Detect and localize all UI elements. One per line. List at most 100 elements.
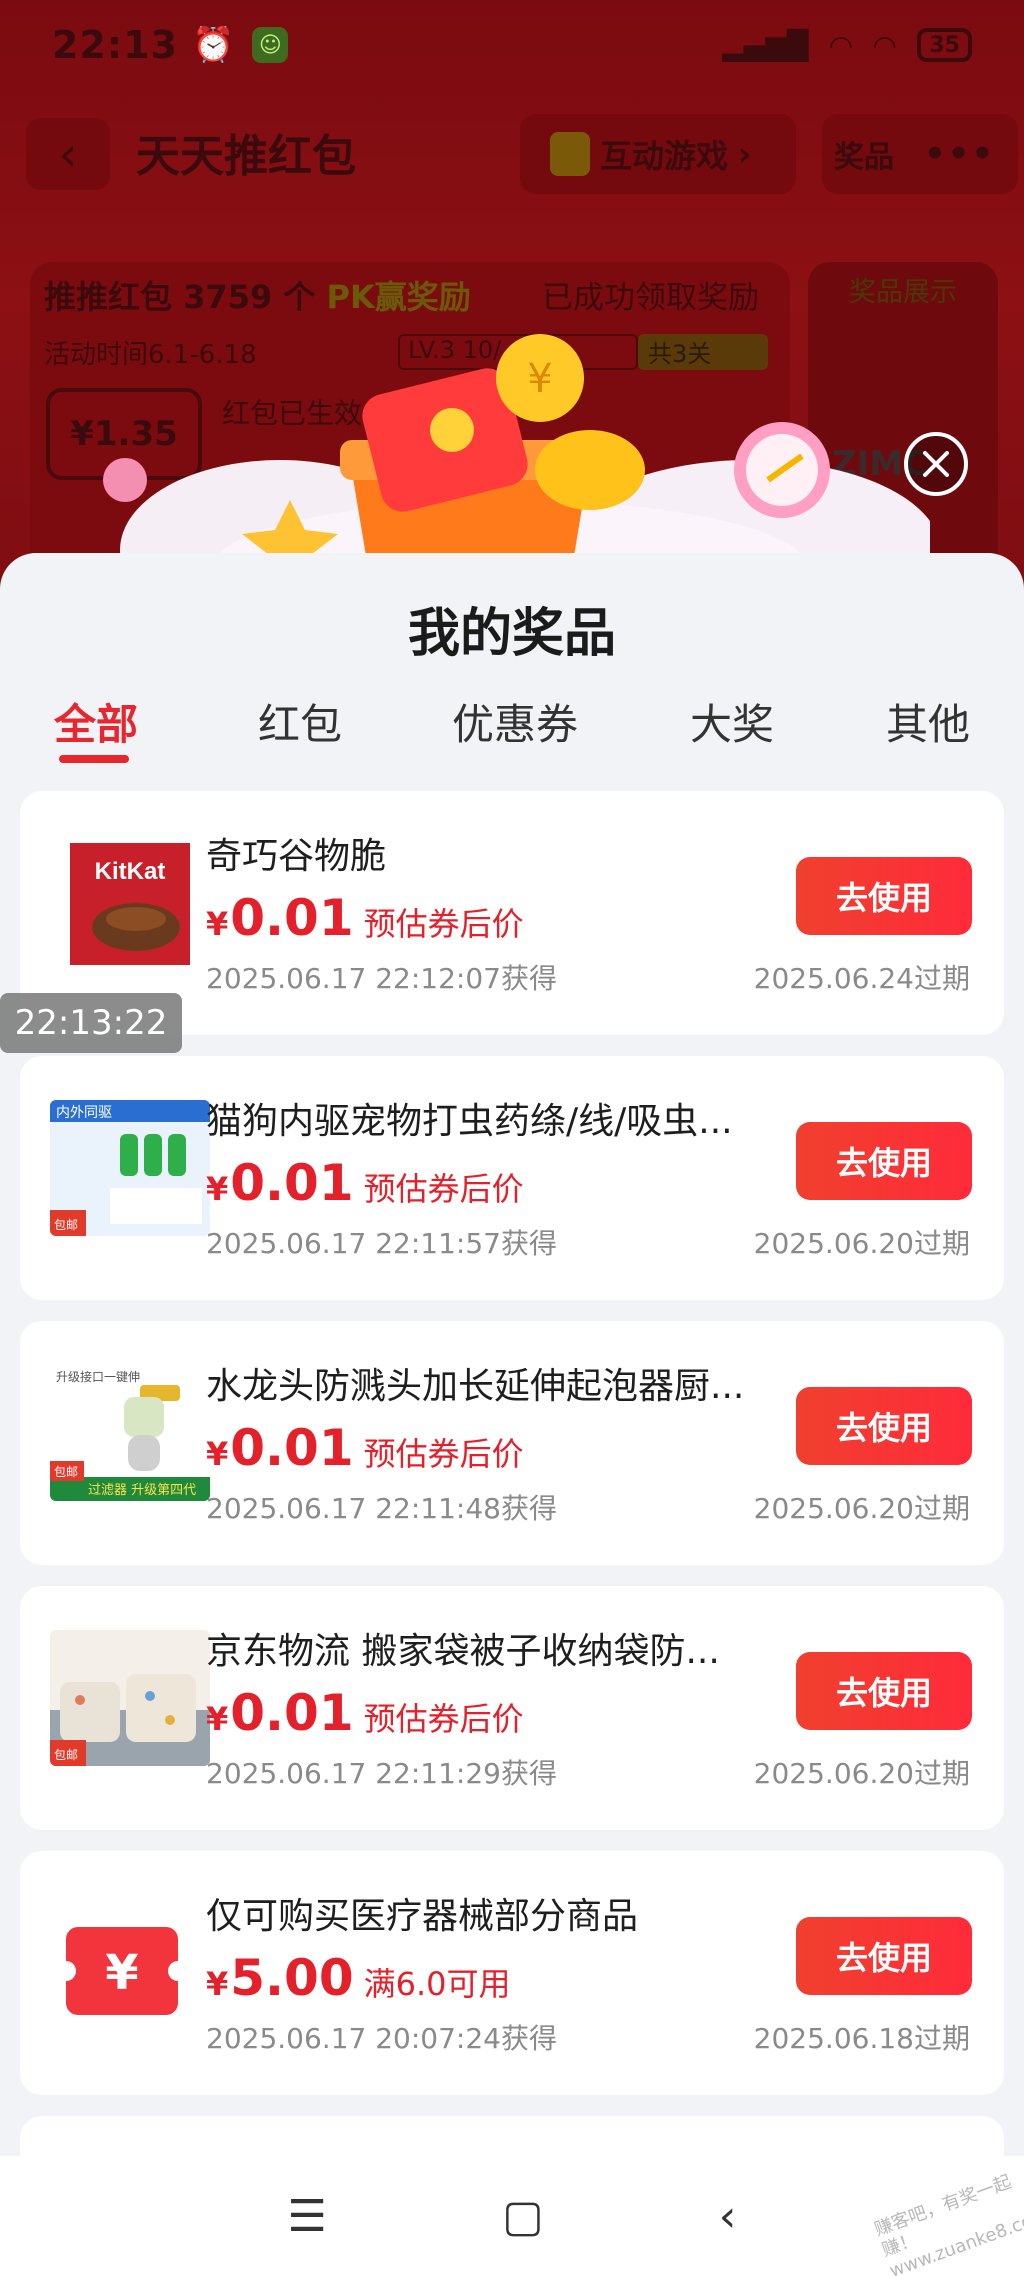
menu-icon[interactable]: ☰ bbox=[288, 2191, 327, 2242]
sheet-title: 我的奖品 bbox=[407, 604, 616, 664]
system-nav-bar: ☰ ▢ ‹ bbox=[0, 2156, 1024, 2276]
battery-icon: 35 bbox=[917, 28, 972, 62]
currency: ¥ bbox=[206, 1435, 229, 1473]
tab-red-packet[interactable]: 红包 bbox=[258, 691, 342, 752]
hb-prefix: 推推红包 bbox=[44, 278, 173, 316]
use-button[interactable]: 去使用 bbox=[796, 1652, 972, 1730]
wifi-icon: ◠ bbox=[830, 28, 852, 62]
tab-other[interactable]: 其他 bbox=[886, 691, 970, 752]
thumb-headline: 内外同驱 bbox=[56, 1105, 112, 1121]
list-item[interactable]: ¥ 仅可购买医疗器械部分商品 ¥ 5.00 满6.0可用 2025.06.17 … bbox=[20, 1851, 1004, 2095]
tab-all[interactable]: 全部 bbox=[54, 691, 138, 752]
price-note: 预估券后价 bbox=[363, 905, 524, 943]
more-icon[interactable]: ••• bbox=[924, 134, 995, 174]
chevron-right-icon: › bbox=[738, 135, 752, 173]
obtained-time: 2025.06.17 22:11:29获得 bbox=[206, 1757, 557, 1790]
interactive-game-button[interactable]: 互动游戏 › bbox=[520, 114, 796, 194]
status-bar: 22:13 ⏰ ☺ ▂▄▆█ ◠ ◠ 35 bbox=[0, 0, 1024, 90]
obtained-time: 2025.06.17 22:12:07获得 bbox=[206, 962, 557, 995]
item-price: ¥ 0.01 预估券后价 bbox=[206, 1419, 524, 1477]
price-note: 预估券后价 bbox=[363, 1700, 524, 1738]
prize-button[interactable]: 奖品 bbox=[834, 132, 894, 176]
svg-text:¥: ¥ bbox=[527, 356, 552, 402]
use-button[interactable]: 去使用 bbox=[796, 1387, 972, 1465]
game-label: 互动游戏 bbox=[600, 137, 729, 175]
use-button[interactable]: 去使用 bbox=[796, 1122, 972, 1200]
free-shipping-tag: 包邮 bbox=[54, 1218, 78, 1232]
hb-unit: 个 bbox=[283, 278, 316, 316]
page-title: 天天推红包 bbox=[136, 131, 356, 182]
item-title: 水龙头防溅头加长延伸起泡器厨... bbox=[206, 1366, 745, 1407]
product-thumbnail: 包邮 bbox=[50, 1630, 210, 1766]
status-time: 22:13 bbox=[52, 23, 178, 67]
free-shipping-tag: 包邮 bbox=[54, 1465, 78, 1479]
item-price: ¥ 5.00 满6.0可用 bbox=[206, 1949, 511, 2007]
signal-icon: ▂▄▆█ bbox=[722, 28, 809, 62]
app-notification-icon: ☺ bbox=[252, 27, 289, 63]
expiry-date: 2025.06.24过期 bbox=[753, 962, 970, 995]
item-price: ¥ 0.01 预估券后价 bbox=[206, 1684, 524, 1742]
kitkat-logo: KitKat bbox=[95, 858, 166, 885]
prize-menu-group: 奖品 ••• bbox=[822, 114, 1018, 194]
price-value: 5.00 bbox=[230, 1949, 354, 2007]
item-title: 仅可购买医疗器械部分商品 bbox=[206, 1896, 639, 1937]
price-note: 预估券后价 bbox=[363, 1170, 524, 1208]
list-item[interactable] bbox=[20, 2116, 1004, 2156]
use-button[interactable]: 去使用 bbox=[796, 857, 972, 935]
list-item[interactable]: 包邮 京东物流 搬家袋被子收纳袋防... ¥ 0.01 预估券后价 2025.0… bbox=[20, 1586, 1004, 1830]
reward-received-text: 已成功领取奖励 bbox=[542, 280, 759, 316]
back-button[interactable]: ‹ bbox=[26, 118, 110, 190]
currency: ¥ bbox=[206, 905, 229, 943]
wifi-icon-2: ◠ bbox=[873, 28, 896, 62]
product-thumbnail: 内外同驱 包邮 bbox=[50, 1100, 210, 1236]
price-note: 满6.0可用 bbox=[363, 1965, 511, 2003]
obtained-time: 2025.06.17 22:11:48获得 bbox=[206, 1492, 557, 1525]
expiry-date: 2025.06.20过期 bbox=[753, 1227, 970, 1260]
price-value: 0.01 bbox=[230, 1684, 354, 1742]
thumb-headline: 升级接口一键伸 bbox=[56, 1369, 140, 1384]
obtained-time: 2025.06.17 22:11:57获得 bbox=[206, 1227, 557, 1260]
my-prizes-sheet: 我的奖品 全部 红包 优惠券 大奖 其他 KitKat 奇巧谷物脆 ¥ 0.01… bbox=[0, 553, 1024, 2156]
home-icon[interactable]: ▢ bbox=[502, 2191, 544, 2242]
product-thumbnail: KitKat bbox=[50, 835, 210, 971]
red-packet-count: 推推红包 3759 个 PK赢奖励 bbox=[44, 272, 471, 318]
alarm-icon: ⏰ bbox=[191, 25, 235, 65]
product-thumbnail: 升级接口一键伸 包邮 过滤器 升级第四代 bbox=[50, 1365, 210, 1501]
price-value: 0.01 bbox=[230, 889, 354, 947]
active-tab-indicator bbox=[59, 755, 129, 763]
pk-reward-link[interactable]: PK赢奖励 bbox=[327, 278, 471, 316]
back-icon: ‹ bbox=[58, 127, 78, 181]
currency: ¥ bbox=[206, 1965, 229, 2003]
close-button[interactable] bbox=[904, 432, 968, 496]
close-icon bbox=[923, 451, 949, 477]
expiry-date: 2025.06.20过期 bbox=[753, 1492, 970, 1525]
showcase-label: 奖品展示 bbox=[849, 277, 957, 308]
list-item[interactable]: 升级接口一键伸 包邮 过滤器 升级第四代 水龙头防溅头加长延伸起泡器厨... ¥… bbox=[20, 1321, 1004, 1565]
tab-grand-prize[interactable]: 大奖 bbox=[690, 691, 774, 752]
tab-coupon[interactable]: 优惠券 bbox=[452, 691, 578, 752]
status-icons: ▂▄▆█ ◠ ◠ 35 bbox=[722, 28, 972, 62]
back-nav-icon[interactable]: ‹ bbox=[719, 2191, 737, 2242]
coupon-symbol: ¥ bbox=[105, 1945, 138, 2001]
item-title: 猫狗内驱宠物打虫药绦/线/吸虫... bbox=[206, 1101, 733, 1142]
top-navbar: ‹ 天天推红包 互动游戏 › 奖品 ••• bbox=[0, 110, 1024, 194]
screen-time-overlay: 22:13:22 bbox=[0, 993, 182, 1053]
coupon-icon: ¥ bbox=[50, 1895, 210, 2031]
expiry-date: 2025.06.18过期 bbox=[753, 2022, 970, 2055]
item-price: ¥ 0.01 预估券后价 bbox=[206, 889, 524, 947]
item-title: 奇巧谷物脆 bbox=[206, 836, 387, 877]
free-shipping-tag: 包邮 bbox=[54, 1748, 78, 1762]
item-title: 京东物流 搬家袋被子收纳袋防... bbox=[206, 1631, 720, 1672]
thumb-footer: 过滤器 升级第四代 bbox=[88, 1483, 196, 1498]
price-value: 0.01 bbox=[230, 1154, 354, 1212]
currency: ¥ bbox=[206, 1700, 229, 1738]
hb-count: 3759 bbox=[183, 278, 273, 316]
currency: ¥ bbox=[206, 1170, 229, 1208]
price-value: 0.01 bbox=[230, 1419, 354, 1477]
price-note: 预估券后价 bbox=[363, 1435, 524, 1473]
item-price: ¥ 0.01 预估券后价 bbox=[206, 1154, 524, 1212]
list-item[interactable]: 内外同驱 包邮 猫狗内驱宠物打虫药绦/线/吸虫... ¥ 0.01 预估券后价 … bbox=[20, 1056, 1004, 1300]
expiry-date: 2025.06.20过期 bbox=[753, 1757, 970, 1790]
gift-box-illustration: ¥ bbox=[103, 334, 930, 580]
use-button[interactable]: 去使用 bbox=[796, 1917, 972, 1995]
